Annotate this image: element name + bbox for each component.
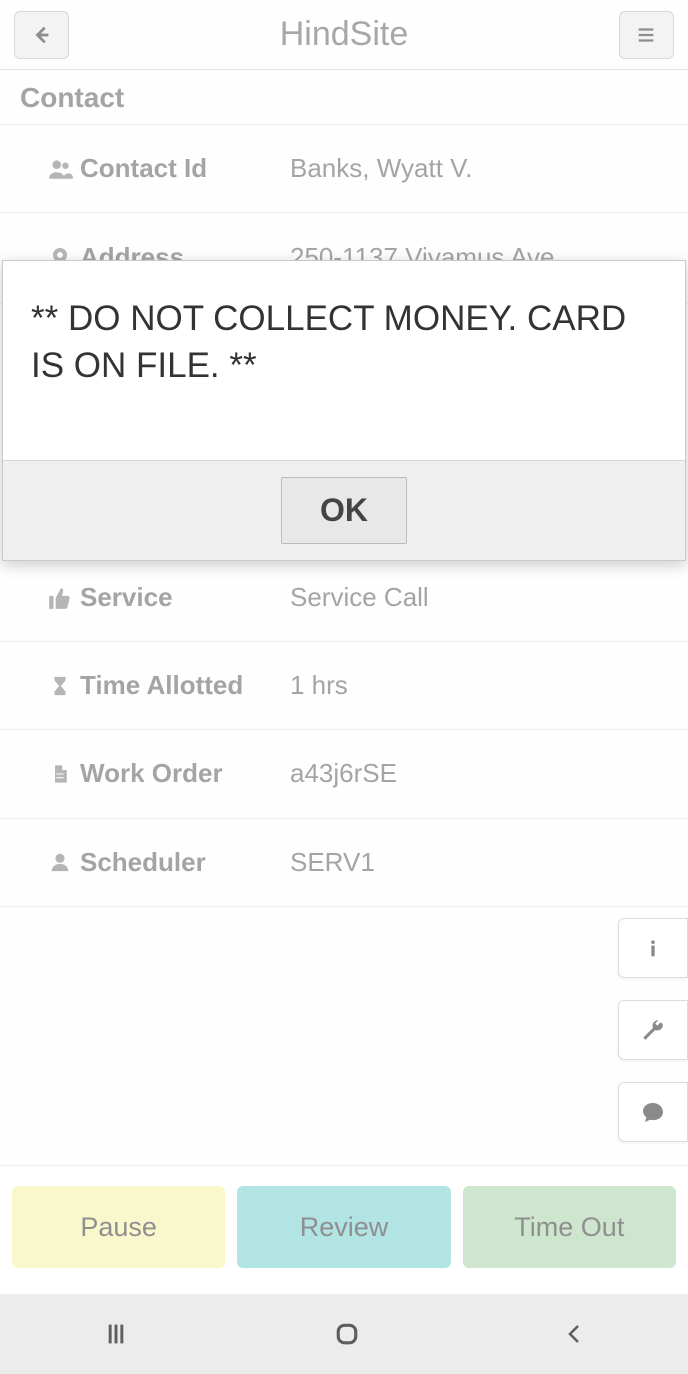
review-button[interactable]: Review xyxy=(237,1186,450,1268)
recents-icon xyxy=(101,1320,131,1348)
scheduler-label: Scheduler xyxy=(80,847,290,878)
time-label: Time Allotted xyxy=(80,670,290,701)
scheduler-value: SERV1 xyxy=(290,847,375,878)
row-work-order[interactable]: Work Order a43j6rSE xyxy=(0,730,688,818)
hourglass-icon xyxy=(40,672,80,700)
app-title: HindSite xyxy=(280,15,409,54)
users-icon xyxy=(40,156,80,182)
work-order-label: Work Order xyxy=(80,758,290,789)
comment-icon xyxy=(639,1100,667,1124)
wrench-icon xyxy=(640,1017,666,1043)
action-bar: Pause Review Time Out xyxy=(0,1165,688,1288)
row-service[interactable]: Service Service Call xyxy=(0,554,688,642)
user-icon xyxy=(40,849,80,875)
home-icon xyxy=(332,1319,362,1349)
info-button[interactable] xyxy=(618,918,688,978)
nav-recents[interactable] xyxy=(101,1320,131,1348)
tools-button[interactable] xyxy=(618,1000,688,1060)
nav-back[interactable] xyxy=(563,1320,587,1348)
row-scheduler[interactable]: Scheduler SERV1 xyxy=(0,819,688,907)
arrow-left-icon xyxy=(31,24,53,46)
menu-button[interactable] xyxy=(619,11,674,59)
hamburger-icon xyxy=(635,24,657,46)
work-order-value: a43j6rSE xyxy=(290,758,397,789)
app-header: HindSite xyxy=(0,0,688,70)
section-heading: Contact xyxy=(0,70,688,125)
row-contact-id[interactable]: Contact Id Banks, Wyatt V. xyxy=(0,125,688,213)
ok-button[interactable]: OK xyxy=(281,477,407,544)
system-nav xyxy=(0,1294,688,1374)
time-value: 1 hrs xyxy=(290,670,348,701)
pause-button[interactable]: Pause xyxy=(12,1186,225,1268)
info-icon xyxy=(643,935,663,961)
chevron-left-icon xyxy=(563,1320,587,1348)
service-label: Service xyxy=(80,582,290,613)
document-icon xyxy=(40,760,80,788)
alert-message: ** DO NOT COLLECT MONEY. CARD IS ON FILE… xyxy=(3,261,685,460)
alert-dialog: ** DO NOT COLLECT MONEY. CARD IS ON FILE… xyxy=(2,260,686,561)
nav-home[interactable] xyxy=(332,1319,362,1349)
contact-id-label: Contact Id xyxy=(80,153,290,184)
contact-id-value: Banks, Wyatt V. xyxy=(290,153,472,184)
alert-footer: OK xyxy=(3,460,685,560)
comment-button[interactable] xyxy=(618,1082,688,1142)
thumb-icon xyxy=(40,585,80,611)
back-button[interactable] xyxy=(14,11,69,59)
timeout-button[interactable]: Time Out xyxy=(463,1186,676,1268)
service-value: Service Call xyxy=(290,582,429,613)
row-time-allotted[interactable]: Time Allotted 1 hrs xyxy=(0,642,688,730)
